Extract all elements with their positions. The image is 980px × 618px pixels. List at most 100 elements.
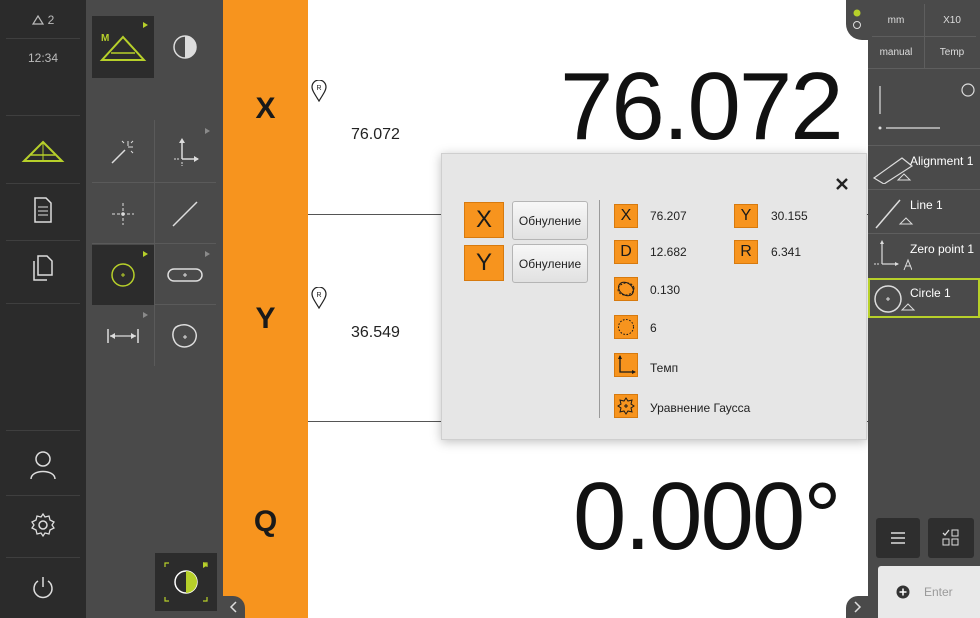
zoom-setting[interactable]: X10 [924,5,980,35]
diameter-value: 12.682 [650,245,687,259]
enter-label: Enter [924,585,953,599]
feature-label: Line 1 [910,198,943,212]
feature-item-circle[interactable]: Circle 1 [868,278,980,318]
line-tool-button[interactable] [154,184,216,244]
axis-x-actual-value: 76.072 [351,126,400,143]
x-coordinate-icon: X [614,204,638,228]
line-feature-icon [875,199,914,229]
list-view-button[interactable] [876,518,920,558]
axis-q-big-value: 0.000° [573,463,842,570]
manual-measure-icon: M [99,33,147,61]
feature-item-line[interactable]: Line 1 [868,190,980,233]
distance-tool-button[interactable] [92,306,154,366]
zero-point-tool-button[interactable] [154,122,216,182]
distance-icon [107,329,139,343]
temp-setting[interactable]: Temp [924,37,980,67]
point-tool-button[interactable] [92,184,154,244]
manual-measurement-button[interactable]: M [92,16,154,78]
clock: 12:34 [27,51,59,65]
auto-measurement-toggle[interactable] [155,553,217,611]
grid-check-icon [942,529,959,546]
measure-icon [21,140,65,162]
form-error-icon [614,277,638,301]
main-menu-sidebar: 2 12:34 [0,0,86,618]
coordinate-system-icon [614,353,638,377]
menu-file-management-button[interactable] [0,248,86,288]
axis-y-actual-value: 36.549 [351,324,400,341]
blob-icon [172,324,197,348]
axis-x-select-button[interactable]: X [464,202,504,238]
slot-icon [167,268,203,282]
chevron-left-icon [229,601,237,613]
circle-icon [111,263,135,287]
x-coordinate-value: 76.207 [650,209,687,223]
power-icon [33,577,53,599]
point-icon [112,203,134,225]
menu-switch-off-button[interactable] [0,568,86,608]
unit-setting[interactable]: mm [868,5,924,35]
axis-x-label[interactable]: X [223,92,308,126]
document-icon [34,197,52,223]
contrast-icon [173,35,197,59]
warning-triangle-icon [31,15,44,25]
menu-measure-button[interactable] [0,132,86,172]
diameter-icon: D [614,240,638,264]
axis-q-label[interactable]: Q [223,505,308,539]
y-coordinate-icon: Y [734,204,758,228]
measure-magic-wand-button[interactable] [92,122,154,182]
form-error-value: 0.130 [650,283,681,297]
svg-text:R: R [316,292,321,299]
zero-point-feature-icon [874,240,912,271]
feature-item-zero-point[interactable]: Zero point 1 [868,234,980,277]
status-indicator[interactable] [846,0,868,40]
fit-method-value: Уравнение Гаусса [650,401,751,415]
slot-tool-button[interactable] [154,245,216,305]
radius-value: 6.341 [771,245,802,259]
inspector-panel: mm X10 manual Temp Alignment 1 Line 1 Ze… [868,0,980,618]
list-icon [891,532,905,544]
axis-column: X Y Q [223,0,308,618]
coordinate-system-value: Темп [650,361,679,375]
expand-inspector-button[interactable] [846,596,868,618]
magic-wand-icon [111,140,134,164]
points-count-icon [614,315,638,339]
user-icon [30,451,56,480]
warning-indicator[interactable]: 2 [0,10,86,30]
axis-y-label[interactable]: Y [223,302,308,336]
preview-area [872,74,978,142]
plus-circle-icon [896,585,910,599]
radius-icon: R [734,240,758,264]
axis-x-big-value: 76.072 [560,53,844,160]
display-mode-toggle[interactable] [154,16,216,78]
gear-icon [31,512,55,538]
measure-letter: M [101,33,109,44]
svg-text:R: R [316,85,321,92]
menu-user-login-button[interactable] [0,445,86,485]
popup-divider [599,200,600,418]
feature-details-popup: X Обнуление Y Обнуление X 76.207 Y 30.15… [441,153,867,440]
alignment-icon [872,157,914,184]
blob-tool-button[interactable] [154,306,216,366]
reference-marker-icon: R [311,80,327,102]
menu-measurement-report-button[interactable] [0,190,86,230]
zero-y-button[interactable]: Обнуление [512,244,588,283]
mode-setting[interactable]: manual [868,37,924,67]
collapse-palette-tab[interactable] [223,596,245,618]
feature-item-alignment[interactable]: Alignment 1 [868,146,980,189]
feature-label: Alignment 1 [910,154,974,168]
feature-grid-button[interactable] [928,518,974,558]
warning-count: 2 [47,13,55,27]
feature-label: Zero point 1 [910,242,975,256]
fit-method-icon [614,394,638,418]
enter-button[interactable]: Enter [878,566,980,618]
menu-settings-button[interactable] [0,505,86,545]
chevron-right-icon [854,601,862,613]
reference-marker-icon: R [311,287,327,309]
axis-y-select-button[interactable]: Y [464,245,504,281]
zero-x-button[interactable]: Обнуление [512,201,588,240]
zero-point-icon [174,138,199,166]
preview-icon [878,83,975,130]
circle-tool-button[interactable] [92,245,154,305]
line-icon [172,201,198,227]
close-button[interactable] [832,174,852,194]
